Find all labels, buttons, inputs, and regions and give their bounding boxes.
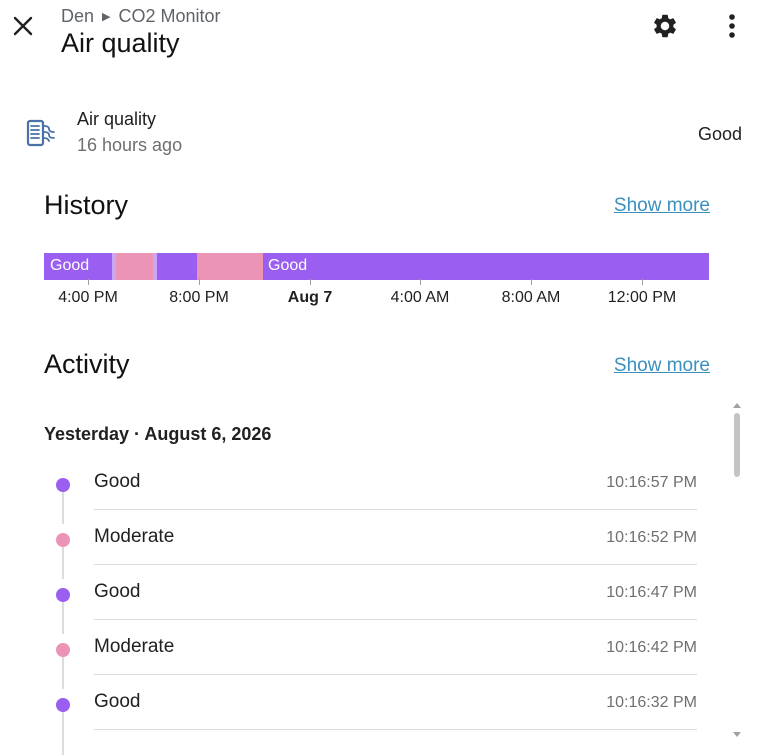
state-dot-icon [56, 698, 70, 712]
axis-tick [199, 279, 200, 285]
axis-tick-label: 12:00 PM [607, 289, 677, 306]
activity-item[interactable]: Moderate 10:16:52 PM [0, 510, 725, 565]
state-dot-icon [56, 533, 70, 547]
activity-scrollbar[interactable] [731, 400, 743, 740]
axis-tick-label: 8:00 PM [169, 289, 229, 306]
timeline-label-good: Good [50, 257, 90, 274]
timeline-segment-moderate[interactable] [116, 253, 153, 280]
activity-item[interactable]: Good 10:16:32 PM [0, 675, 725, 730]
air-filter-icon [26, 119, 55, 147]
entity-name: Air quality [77, 109, 157, 129]
scroll-up-arrow-icon[interactable] [732, 401, 742, 409]
scroll-down-arrow-icon[interactable] [732, 731, 742, 739]
gear-icon [654, 14, 676, 38]
page-title: Air quality [61, 28, 180, 58]
axis-tick [88, 279, 89, 285]
entity-state: Good [697, 124, 742, 144]
breadcrumb-area[interactable]: Den [61, 6, 94, 27]
timeline-label-good: Good [268, 257, 308, 274]
close-button[interactable] [8, 8, 38, 44]
axis-tick [642, 279, 643, 285]
activity-time: 10:16:32 PM [606, 694, 697, 711]
timeline-segment-moderate[interactable] [197, 253, 263, 280]
axis-tick-label: 4:00 AM [390, 289, 450, 306]
activity-state: Good [94, 471, 141, 492]
activity-time: 10:16:42 PM [606, 639, 697, 656]
axis-tick-label: Aug 7 [287, 289, 333, 306]
chevron-right-icon: ▶ [102, 11, 111, 23]
state-dot-icon [56, 588, 70, 602]
activity-item[interactable]: Moderate 10:16:42 PM [0, 620, 725, 675]
activity-state: Moderate [94, 526, 175, 547]
activity-time: 10:16:47 PM [606, 584, 697, 601]
axis-tick [420, 279, 421, 285]
axis-tick [310, 279, 311, 285]
history-show-more-link[interactable]: Show more [614, 195, 710, 217]
activity-time: 10:16:57 PM [606, 474, 697, 491]
more-vertical-icon [729, 14, 735, 38]
axis-tick [531, 279, 532, 285]
axis-tick-label: 8:00 AM [501, 289, 561, 306]
scroll-thumb[interactable] [734, 413, 740, 477]
state-dot-icon [56, 478, 70, 492]
last-changed-time: 16 hours ago [77, 135, 183, 155]
activity-state: Good [94, 691, 141, 712]
activity-list[interactable]: Yesterday · August 6, 2026 Good 10:16:57… [0, 400, 725, 755]
state-dot-icon [56, 643, 70, 657]
activity-title: Activity [44, 349, 130, 379]
settings-button[interactable] [645, 6, 685, 46]
entity-row[interactable]: Air quality 16 hours ago Good [0, 100, 762, 164]
activity-state: Moderate [94, 636, 175, 657]
history-timeline[interactable]: Good Good [44, 253, 709, 280]
breadcrumb: Den ▶ CO2 Monitor [61, 6, 221, 27]
activity-show-more-link[interactable]: Show more [614, 355, 710, 377]
activity-item[interactable]: Good 10:16:57 PM [0, 455, 725, 510]
breadcrumb-device[interactable]: CO2 Monitor [119, 6, 221, 27]
activity-state: Good [94, 581, 141, 602]
more-options-button[interactable] [712, 6, 752, 46]
divider [94, 729, 697, 730]
timeline-segment-transition[interactable] [153, 253, 157, 280]
activity-item[interactable]: Good 10:16:47 PM [0, 565, 725, 620]
axis-tick-label: 4:00 PM [58, 289, 118, 306]
history-title: History [44, 190, 129, 220]
activity-time: 10:16:52 PM [606, 529, 697, 546]
close-icon [13, 16, 33, 36]
activity-date-header: Yesterday · August 6, 2026 [44, 424, 272, 444]
